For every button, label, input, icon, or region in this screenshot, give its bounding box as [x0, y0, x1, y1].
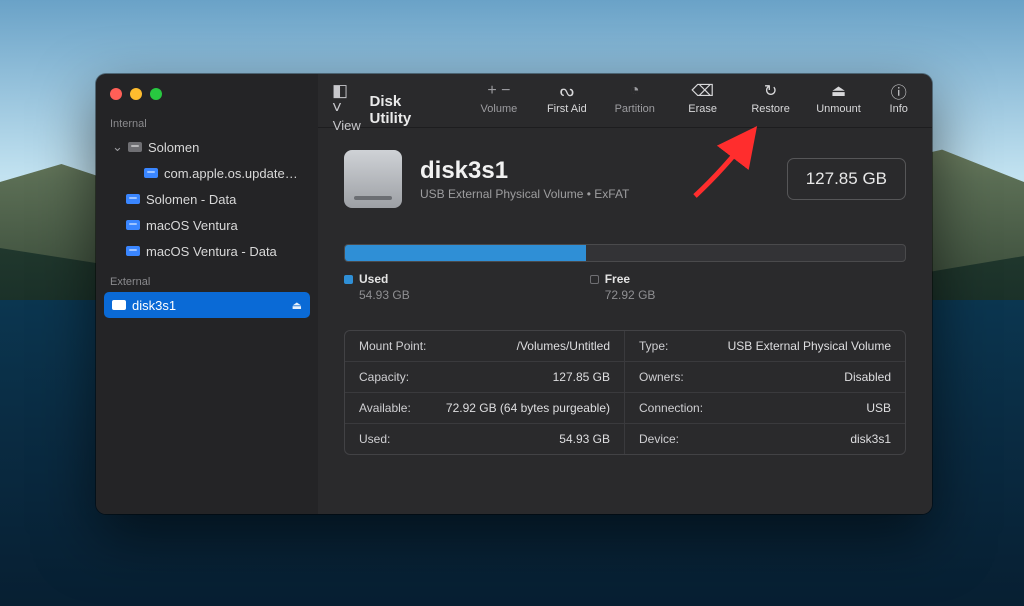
partition-button: ◔ Partition: [608, 82, 662, 115]
volume-icon: [144, 168, 158, 178]
erase-button[interactable]: ⌫ Erase: [676, 82, 730, 115]
volume-subtitle: USB External Physical Volume • ExFAT: [420, 187, 629, 201]
volume-total-size: 127.85 GB: [787, 158, 906, 200]
sidebar-toggle-icon: ◧ ˅: [332, 82, 362, 116]
content-area: disk3s1 USB External Physical Volume • E…: [318, 128, 932, 514]
sidebar-item-internal-root[interactable]: ⌄ Solomen: [104, 134, 310, 160]
disk-utility-window: Internal ⌄ Solomen com.apple.os.update-9…: [96, 74, 932, 514]
sidebar-item-solomen-data[interactable]: Solomen - Data: [104, 186, 310, 212]
volume-name: disk3s1: [420, 157, 629, 185]
sidebar-item-ventura-data[interactable]: macOS Ventura - Data: [104, 238, 310, 264]
used-value: 54.93 GB: [344, 288, 410, 302]
close-window-button[interactable]: [110, 88, 122, 100]
volume-icon: [126, 246, 140, 256]
volume-header: disk3s1 USB External Physical Volume • E…: [344, 150, 906, 208]
free-swatch: [590, 275, 599, 284]
sidebar-item-disk3s1[interactable]: disk3s1 ⏏: [104, 292, 310, 318]
volume-icon: [126, 220, 140, 230]
zoom-window-button[interactable]: [150, 88, 162, 100]
sidebar-group-external: External: [96, 272, 318, 292]
restore-button[interactable]: ↻ Restore: [744, 82, 798, 115]
info-button[interactable]: ⓘ Info: [879, 82, 918, 115]
usage-bar-used: [345, 245, 586, 261]
free-label: Free: [605, 272, 630, 286]
main-pane: ◧ ˅ View Disk Utility + − Volume ᔓ First…: [318, 74, 932, 514]
toolbar: ◧ ˅ View Disk Utility + − Volume ᔓ First…: [318, 74, 932, 128]
volume-button: + − Volume: [472, 82, 526, 115]
volume-icon: [126, 194, 140, 204]
restore-icon: ↻: [764, 82, 777, 100]
disk-icon: [128, 142, 142, 152]
window-title: Disk Utility: [370, 89, 444, 127]
first-aid-button[interactable]: ᔓ First Aid: [540, 82, 594, 115]
plus-minus-icon: + −: [487, 82, 510, 100]
pie-icon: ◔: [630, 82, 640, 100]
info-icon: ⓘ: [891, 82, 907, 100]
usage-bar: [344, 244, 906, 262]
sidebar: Internal ⌄ Solomen com.apple.os.update-9…: [96, 74, 318, 514]
stethoscope-icon: ᔓ: [560, 82, 574, 100]
sidebar-group-internal: Internal: [96, 114, 318, 134]
external-drive-icon: [344, 150, 402, 208]
sidebar-item-ventura[interactable]: macOS Ventura: [104, 212, 310, 238]
eject-icon[interactable]: ⏏: [292, 299, 302, 312]
unmount-icon: ⏏: [831, 82, 846, 100]
free-value: 72.92 GB: [590, 288, 656, 302]
used-label: Used: [359, 272, 388, 286]
used-swatch: [344, 275, 353, 284]
minimize-window-button[interactable]: [130, 88, 142, 100]
unmount-button[interactable]: ⏏ Unmount: [812, 82, 866, 115]
volume-icon: [112, 300, 126, 310]
erase-icon: ⌫: [691, 82, 714, 100]
details-table: Mount Point:/Volumes/Untitled Type:USB E…: [344, 330, 906, 455]
view-menu-button[interactable]: ◧ ˅ View: [332, 82, 362, 133]
chevron-down-icon: ⌄: [112, 139, 122, 155]
window-controls: [96, 84, 318, 114]
sidebar-item-update[interactable]: com.apple.os.update-9F...: [104, 160, 310, 186]
